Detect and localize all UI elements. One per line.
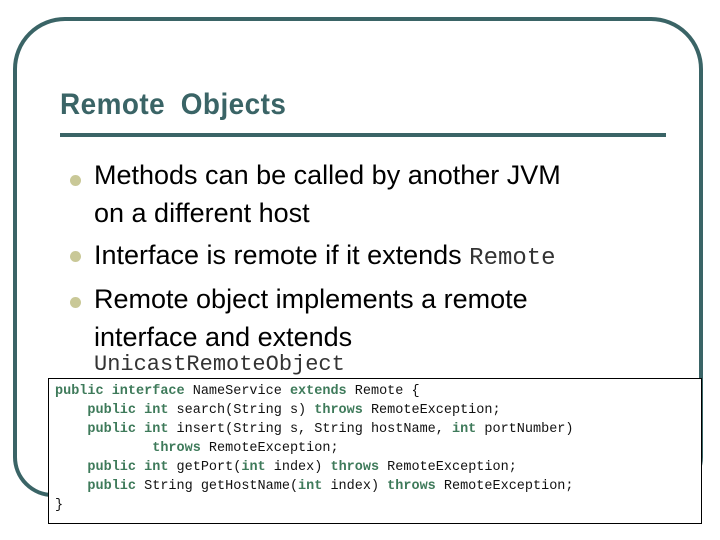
bullet-3-line-2: interface and extends (94, 322, 353, 352)
code-text: RemoteException; (435, 479, 574, 494)
code-keyword: public int (87, 403, 169, 418)
code-line: public interface NameService extends Rem… (55, 382, 701, 401)
bullet-icon (70, 251, 81, 262)
code-text: NameService (184, 384, 290, 399)
code-line: public int search(String s) throws Remot… (55, 401, 701, 420)
code-keyword: int (451, 422, 477, 437)
code-keyword: public interface (55, 384, 185, 399)
code-keyword: public int (87, 460, 169, 475)
bullet-3-line-1: Remote object implements a remote (94, 284, 528, 314)
bullet-2-code: Remote (469, 245, 556, 272)
bullet-icon (70, 175, 81, 186)
code-text: insert(String s, String hostName, (168, 422, 452, 437)
code-text: RemoteException; (362, 403, 501, 418)
code-line: public int getPort(int index) throws Rem… (55, 458, 701, 477)
slide-title: Remote Objects (60, 88, 287, 121)
code-keyword: int (241, 460, 266, 475)
code-text: portNumber) (476, 422, 574, 437)
code-keyword: public int (87, 422, 169, 437)
code-text: index) (322, 479, 388, 494)
title-underline (60, 133, 666, 137)
code-line: } (55, 496, 701, 515)
bullet-2-text: Interface is remote if it extends Remote (94, 236, 556, 278)
bullet-1-line-2: on a different host (94, 198, 310, 228)
code-text: Remote { (346, 384, 420, 399)
bullet-1-text: Methods can be called by another JVM on … (94, 156, 561, 232)
code-keyword: throws (314, 403, 363, 418)
code-text: RemoteException; (200, 441, 339, 456)
bullet-3-code: UnicastRemoteObject (94, 352, 345, 377)
code-keyword: throws (387, 479, 436, 494)
code-listing: public interface NameService extends Rem… (48, 378, 702, 524)
bullet-2-label: Interface is remote if it extends (94, 240, 470, 270)
bullet-icon (70, 297, 81, 308)
code-line: throws RemoteException; (55, 439, 701, 458)
bullet-3-text: Remote object implements a remote interf… (94, 280, 528, 356)
code-text: search(String s) (168, 403, 315, 418)
code-text: String getHostName( (136, 479, 299, 494)
code-keyword: throws (330, 460, 380, 475)
code-text: RemoteException; (379, 460, 517, 475)
code-line: public String getHostName(int index) thr… (55, 477, 701, 496)
code-text: } (55, 498, 64, 513)
code-keyword: extends (289, 384, 347, 399)
code-line: public int insert(String s, String hostN… (55, 420, 701, 439)
bullet-1-line-1: Methods can be called by another JVM (94, 160, 561, 190)
code-keyword: throws (152, 441, 201, 456)
code-text: index) (265, 460, 331, 475)
code-text: getPort( (168, 460, 242, 475)
code-keyword: int (298, 479, 323, 494)
code-keyword: public (87, 479, 137, 494)
